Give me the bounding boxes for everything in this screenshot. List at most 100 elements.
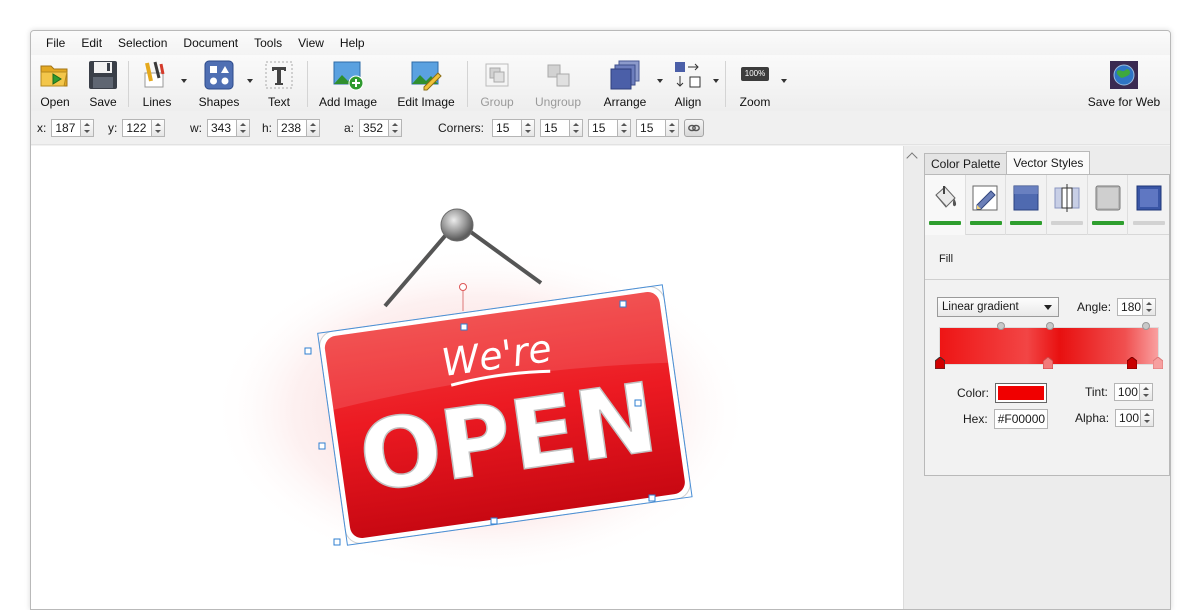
angle-input[interactable]: 352: [359, 119, 390, 137]
gradient-stop[interactable]: [1043, 357, 1053, 369]
shapes-tool-icon: [203, 59, 235, 91]
resize-handle[interactable]: [333, 538, 341, 546]
gradient-type-select[interactable]: Linear gradient: [937, 297, 1059, 317]
rotation-handle[interactable]: [459, 283, 467, 291]
angle-spinner[interactable]: [389, 119, 403, 137]
bevel-style-icon: [1134, 183, 1164, 213]
width-spinner[interactable]: [237, 119, 250, 137]
border-style-icon: [1052, 183, 1082, 213]
toolbar: Open Save Lines Shapes Text Add Image Ed…: [31, 55, 1170, 111]
tab-color-palette[interactable]: Color Palette: [924, 153, 1008, 175]
panel-tabs: Color Palette Vector Styles: [924, 151, 1091, 175]
arrange-icon: [609, 59, 641, 91]
x-input[interactable]: 187: [51, 119, 82, 137]
fill-divider: [925, 279, 1169, 280]
lines-dropdown-arrow[interactable]: [181, 79, 187, 83]
style-shadow[interactable]: [1088, 175, 1129, 235]
fill-color-swatch[interactable]: [995, 383, 1048, 403]
menu-selection[interactable]: Selection: [111, 31, 176, 55]
shadow-style-icon: [1093, 183, 1123, 213]
arrange-dropdown-arrow[interactable]: [657, 79, 663, 83]
corner-spinner[interactable]: [618, 119, 632, 137]
zoom-dropdown-arrow[interactable]: [781, 79, 787, 83]
gradient-midpoint-handle[interactable]: [1046, 322, 1054, 330]
resize-handle[interactable]: [619, 300, 627, 308]
corners-field: Corners: 15 15 15 15: [438, 119, 705, 137]
toolbar-separator: [467, 61, 468, 107]
gradient-midpoint-handle[interactable]: [1142, 322, 1150, 330]
arrange-button[interactable]: Arrange: [601, 59, 649, 109]
corner-bottom-left-input[interactable]: 15: [636, 119, 667, 137]
globe-web-icon: [1108, 59, 1140, 91]
style-bevel[interactable]: [1128, 175, 1169, 235]
align-button[interactable]: Align: [671, 59, 705, 109]
y-input[interactable]: 122: [122, 119, 153, 137]
bevel-inactive-indicator: [1132, 221, 1165, 225]
ungroup-button[interactable]: Ungroup: [531, 59, 585, 109]
hanging-pin: [440, 208, 474, 242]
tint-field: Tint: 100: [1085, 383, 1153, 401]
edit-image-button[interactable]: Edit Image: [395, 59, 457, 109]
menu-tools[interactable]: Tools: [247, 31, 291, 55]
gradient-midpoint-handle[interactable]: [997, 322, 1005, 330]
menu-file[interactable]: File: [39, 31, 74, 55]
menu-edit[interactable]: Edit: [74, 31, 111, 55]
fill-section-label: Fill: [939, 253, 954, 265]
save-for-web-button[interactable]: Save for Web: [1087, 59, 1161, 109]
menu-document[interactable]: Document: [176, 31, 247, 55]
stroke-active-indicator: [969, 221, 1002, 225]
tint-input[interactable]: 100: [1113, 383, 1140, 401]
style-border[interactable]: [1047, 175, 1088, 235]
resize-handle[interactable]: [460, 323, 468, 331]
corner-spinner[interactable]: [666, 119, 680, 137]
corner-top-right-input[interactable]: 15: [540, 119, 571, 137]
pen-stroke-icon: [971, 183, 1001, 213]
lines-button[interactable]: Lines: [139, 59, 175, 109]
add-image-button[interactable]: Add Image: [317, 59, 379, 109]
resize-handle[interactable]: [304, 347, 312, 355]
menu-view[interactable]: View: [291, 31, 333, 55]
group-button[interactable]: Group: [479, 59, 515, 109]
tint-spinner[interactable]: [1139, 383, 1153, 401]
resize-handle[interactable]: [634, 399, 642, 407]
x-spinner[interactable]: [81, 119, 95, 137]
open-sign-artwork[interactable]: We're OPEN: [31, 146, 903, 610]
height-spinner[interactable]: [307, 119, 321, 137]
gradient-angle-input[interactable]: 180: [1117, 298, 1144, 316]
gradient-angle-spinner[interactable]: [1143, 298, 1157, 316]
shapes-dropdown-arrow[interactable]: [247, 79, 253, 83]
drawing-canvas[interactable]: We're OPEN: [31, 146, 903, 610]
alpha-spinner[interactable]: [1141, 409, 1155, 427]
hex-input[interactable]: #F00000: [993, 409, 1048, 429]
gradient-stop[interactable]: [1153, 357, 1163, 369]
style-stroke[interactable]: [966, 175, 1007, 235]
y-spinner[interactable]: [152, 119, 166, 137]
text-button[interactable]: Text: [263, 59, 295, 109]
corner-bottom-right-input[interactable]: 15: [588, 119, 619, 137]
lines-tool-icon: [141, 59, 173, 91]
gradient-stop[interactable]: [1127, 357, 1137, 369]
resize-handle[interactable]: [490, 517, 498, 525]
shapes-button[interactable]: Shapes: [197, 59, 241, 109]
gradient-stop-selected[interactable]: [935, 357, 945, 369]
alpha-input[interactable]: 100: [1115, 409, 1142, 427]
zoom-button[interactable]: 100% Zoom: [737, 59, 773, 109]
corner-spinner[interactable]: [522, 119, 536, 137]
style-fill[interactable]: [925, 175, 966, 235]
resize-handle[interactable]: [318, 442, 326, 450]
tab-vector-styles[interactable]: Vector Styles: [1006, 151, 1091, 175]
height-input[interactable]: 238: [277, 119, 308, 137]
align-dropdown-arrow[interactable]: [713, 79, 719, 83]
link-corners-button[interactable]: [684, 119, 705, 137]
menu-help[interactable]: Help: [333, 31, 374, 55]
open-button[interactable]: Open: [38, 59, 72, 109]
style-shape[interactable]: [1006, 175, 1048, 235]
zoom-level-badge: 100%: [741, 67, 769, 81]
shadow-active-indicator: [1091, 221, 1124, 225]
collapse-panel-icon[interactable]: [906, 152, 918, 164]
width-input[interactable]: 343: [207, 119, 237, 137]
corner-spinner[interactable]: [570, 119, 584, 137]
resize-handle[interactable]: [648, 494, 656, 502]
corner-top-left-input[interactable]: 15: [492, 119, 523, 137]
save-button[interactable]: Save: [86, 59, 120, 109]
